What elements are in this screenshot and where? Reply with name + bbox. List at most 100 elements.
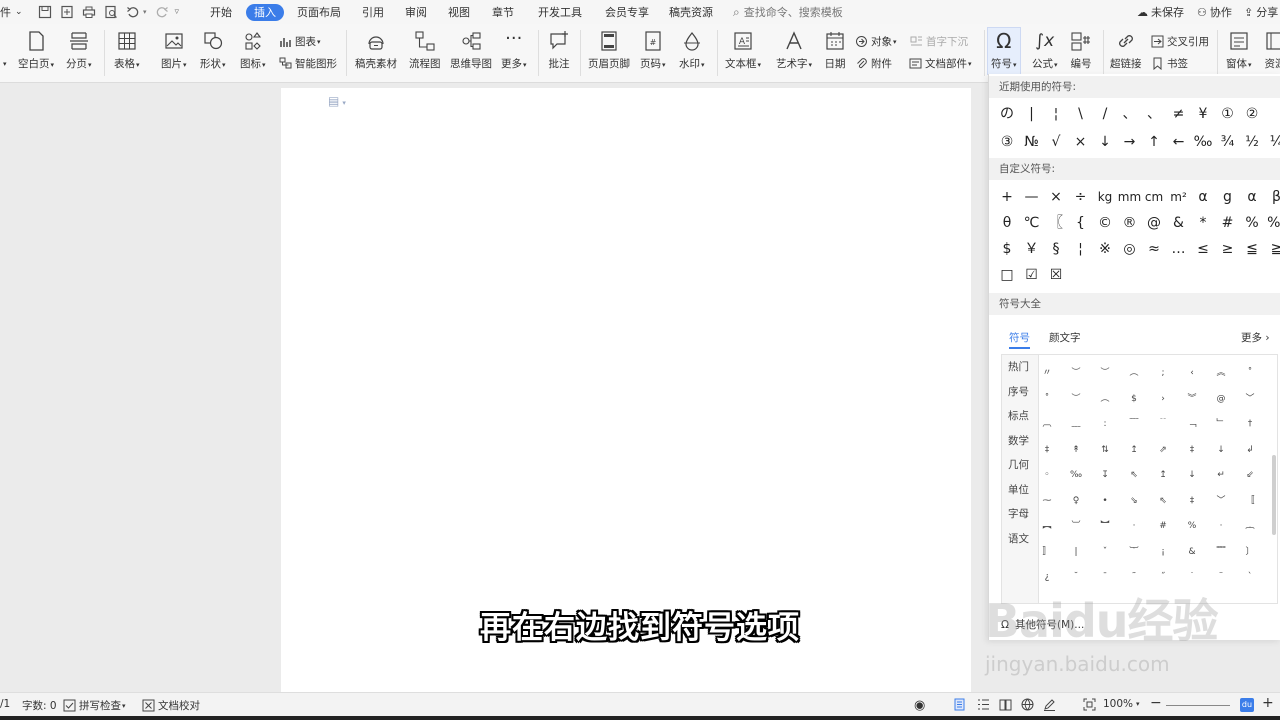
custom-symbol[interactable]: ￥	[1020, 237, 1044, 261]
doc-parts-button[interactable]: 文档部件 ▾	[909, 56, 972, 71]
command-search[interactable]: ⌕ 查找命令、搜索模板	[733, 4, 843, 21]
grid-symbol[interactable]: $	[1120, 387, 1148, 411]
unsaved-status[interactable]: ☁ 未保存	[1137, 4, 1184, 21]
grid-symbol[interactable]: ‡	[1178, 489, 1206, 513]
custom-symbol[interactable]: m²	[1167, 185, 1191, 209]
grid-symbol[interactable]: :	[1091, 412, 1119, 436]
grid-symbol[interactable]: ﹀	[1236, 387, 1264, 411]
web-view-icon[interactable]	[1021, 698, 1037, 711]
menu-tab[interactable]: 审阅	[397, 4, 435, 21]
recent-symbol[interactable]: ¾	[1216, 130, 1240, 154]
collaborate-button[interactable]: ⚇ 协作	[1197, 4, 1232, 21]
custom-symbol[interactable]: θ	[995, 211, 1019, 235]
recent-symbol[interactable]: ①	[1216, 102, 1240, 126]
icon-library-button[interactable]: 图标▾	[240, 30, 266, 71]
custom-symbol[interactable]: ®	[1118, 211, 1142, 235]
grid-symbol[interactable]: #	[1149, 514, 1177, 538]
page-break-button[interactable]: 分页▾	[66, 30, 92, 71]
outline-view-icon[interactable]	[977, 698, 993, 711]
custom-symbol[interactable]: &	[1167, 211, 1191, 235]
grid-symbol[interactable]: ︹	[1037, 412, 1061, 436]
grid-symbol[interactable]: ¡	[1149, 540, 1177, 564]
symbol-category[interactable]: 序号	[1008, 384, 1029, 399]
table-button[interactable]: 表格▾	[114, 30, 140, 71]
symbol-category[interactable]: 语文	[1008, 531, 1029, 546]
recent-symbol[interactable]: \	[1069, 102, 1093, 126]
comment-button[interactable]: 批注	[548, 30, 570, 71]
drop-cap-button[interactable]: 首字下沉	[910, 34, 968, 49]
save-icon[interactable]	[38, 5, 52, 19]
custom-symbol[interactable]: 〖	[1044, 211, 1068, 235]
recent-symbol[interactable]: →	[1118, 130, 1142, 154]
grid-symbol[interactable]: |	[1062, 540, 1090, 564]
grid-symbol[interactable]: `	[1236, 565, 1264, 589]
spell-check-button[interactable]: 拼写检查 ▾	[63, 698, 126, 713]
grid-symbol[interactable]: ⇖	[1120, 463, 1148, 487]
custom-symbol[interactable]: cm	[1142, 185, 1166, 209]
symbol-button[interactable]: Ω 符号▾	[987, 27, 1021, 75]
recent-symbol[interactable]: ‰	[1191, 130, 1215, 154]
grid-symbol[interactable]: ﹏	[1062, 412, 1090, 436]
bookmark-button[interactable]: 书签	[1151, 56, 1188, 71]
grid-symbol[interactable]: ↓	[1207, 438, 1235, 462]
custom-symbol[interactable]: ≈	[1142, 237, 1166, 261]
custom-symbol[interactable]: …	[1167, 237, 1191, 261]
more-button[interactable]: ··· 更多▾	[501, 30, 527, 71]
menu-tab[interactable]: 页面布局	[289, 4, 349, 21]
grid-symbol[interactable]: ﹂	[1207, 412, 1235, 436]
recent-symbol[interactable]: ↓	[1093, 130, 1117, 154]
document-icon[interactable]: ▤ ▾	[328, 94, 346, 108]
write-mode-icon[interactable]	[1043, 698, 1059, 711]
share-button[interactable]: ⇪ 分享	[1244, 4, 1278, 21]
flowchart-button[interactable]: 流程图	[409, 30, 441, 71]
grid-symbol[interactable]: 〃	[1037, 361, 1061, 385]
grid-symbol[interactable]: ↵	[1207, 463, 1235, 487]
recent-symbol[interactable]: |	[1020, 102, 1044, 126]
symbol-category[interactable]: 单位	[1008, 482, 1029, 497]
symbol-category[interactable]: 热门	[1008, 359, 1029, 374]
grid-symbol[interactable]: ︸	[1120, 540, 1148, 564]
menu-tab[interactable]: 插入	[246, 4, 284, 21]
custom-symbol[interactable]: @	[1142, 211, 1166, 235]
recent-symbol[interactable]: ②	[1240, 102, 1264, 126]
custom-symbol[interactable]: ¦	[1069, 237, 1093, 261]
zoom-in-button[interactable]: +	[1262, 695, 1274, 711]
mindmap-button[interactable]: 思维导图	[450, 30, 492, 71]
undo-dropdown-icon[interactable]: ▾	[143, 8, 147, 16]
recent-symbol[interactable]: ×	[1069, 130, 1093, 154]
chart-button[interactable]: 图表 ▾	[279, 34, 321, 49]
grid-symbol[interactable]: %	[1178, 514, 1206, 538]
symbol-category[interactable]: 字母	[1008, 506, 1029, 521]
grid-symbol[interactable]: &	[1178, 540, 1206, 564]
grid-symbol[interactable]: ·	[1120, 514, 1148, 538]
wordart-button[interactable]: 艺术字▾	[776, 30, 812, 71]
grid-symbol[interactable]: ⇙	[1236, 463, 1264, 487]
custom-symbol[interactable]: #	[1216, 211, 1240, 235]
page-indicator[interactable]: /1	[0, 698, 10, 710]
grid-symbol[interactable]: •	[1091, 489, 1119, 513]
menu-tab[interactable]: 会员专享	[597, 4, 657, 21]
custom-symbol[interactable]: □	[995, 263, 1019, 287]
custom-symbol[interactable]: ≤	[1191, 237, 1215, 261]
export-pdf-icon[interactable]	[60, 5, 74, 19]
custom-symbol[interactable]: ☑	[1020, 263, 1044, 287]
grid-symbol[interactable]: 〛	[1037, 540, 1061, 564]
grid-symbol[interactable]: ﹀	[1207, 489, 1235, 513]
recent-symbol[interactable]: 、	[1142, 102, 1166, 126]
numbering-button[interactable]: 编号	[1070, 30, 1092, 71]
grid-symbol[interactable]: ;	[1149, 361, 1177, 385]
recent-symbol[interactable]: ¥	[1191, 102, 1215, 126]
custom-symbol[interactable]: ≧	[1265, 237, 1280, 261]
grid-symbol[interactable]: ⇘	[1120, 489, 1148, 513]
watermark-button[interactable]: 水印▾	[679, 30, 705, 71]
recent-symbol[interactable]: ¼	[1265, 130, 1280, 154]
custom-symbol[interactable]: ≥	[1216, 237, 1240, 261]
grid-symbol[interactable]: ↧	[1091, 463, 1119, 487]
grid-symbol[interactable]: ﹋	[1120, 412, 1148, 436]
grid-symbol[interactable]: ˚	[1037, 387, 1061, 411]
date-button[interactable]: 日期	[824, 30, 846, 71]
print-preview-icon[interactable]	[104, 5, 118, 19]
custom-symbol[interactable]: ‰	[1265, 211, 1280, 235]
tab-symbols[interactable]: 符号	[1009, 330, 1030, 349]
header-footer-button[interactable]: 页眉页脚	[588, 30, 630, 71]
